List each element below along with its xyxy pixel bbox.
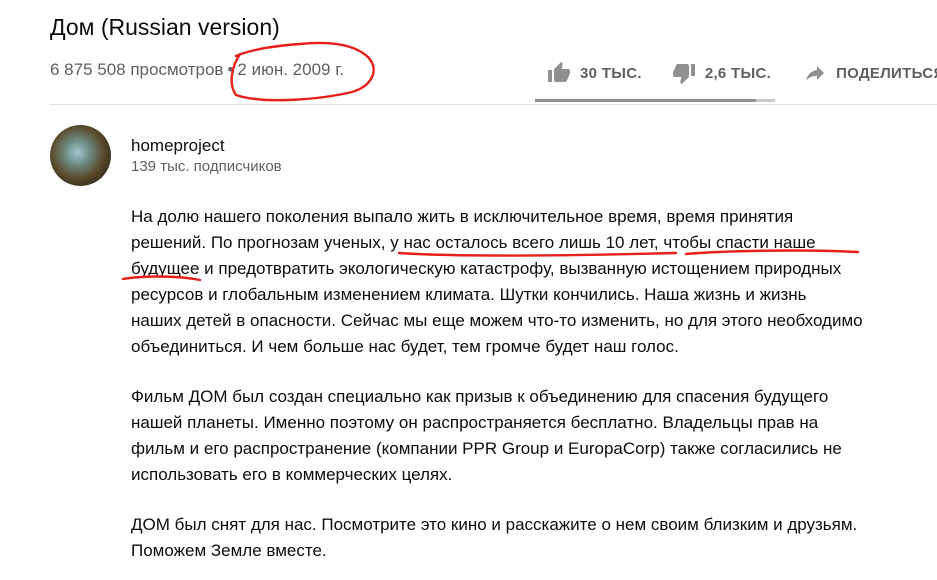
video-title: Дом (Russian version) xyxy=(50,14,280,40)
description-paragraph-1: На долю нашего поколения выпало жить в и… xyxy=(131,204,931,360)
description-line: будущее и предотвратить экологическую ка… xyxy=(131,259,842,278)
description-line: решений. По прогнозам ученых, у нас оста… xyxy=(131,233,816,252)
description-line: Поможем Земле вместе. xyxy=(131,541,327,560)
description-paragraph-3: ДОМ был снят для нас. Посмотрите это кин… xyxy=(131,512,931,564)
share-arrow-icon xyxy=(806,66,825,81)
description-line: объединиться. И чем больше нас будет, те… xyxy=(131,337,679,356)
description-line: нашей планеты. Именно поэтому он распрос… xyxy=(131,413,819,432)
like-button[interactable]: 30 ТЫС. xyxy=(547,61,642,85)
description-paragraph-2: Фильм ДОМ был создан специально как приз… xyxy=(131,384,931,488)
description-line: фильм и его распространение (компании PP… xyxy=(131,439,842,458)
video-page: Дом (Russian version) 6 875 508 просмотр… xyxy=(0,0,937,580)
video-description: На долю нашего поколения выпало жить в и… xyxy=(131,204,931,580)
description-line: ДОМ был снят для нас. Посмотрите это кин… xyxy=(131,515,858,534)
action-bar: 30 ТЫС. 2,6 ТЫС. ПОДЕЛИТЬСЯ xyxy=(547,58,937,88)
sentiment-bar xyxy=(535,99,775,102)
video-stats: 6 875 508 просмотров • 2 июн. 2009 г. xyxy=(50,60,344,80)
like-count: 30 ТЫС. xyxy=(580,64,642,82)
publish-date: 2 июн. 2009 г. xyxy=(237,60,345,79)
thumbs-down-icon xyxy=(672,64,695,84)
dislike-count: 2,6 ТЫС. xyxy=(704,64,772,82)
thumbs-up-icon xyxy=(548,62,570,82)
stats-separator: • xyxy=(227,60,234,79)
description-line: Фильм ДОМ был создан специально как приз… xyxy=(131,387,829,406)
description-line: использовать его в коммерческих целях. xyxy=(131,465,453,484)
view-count: 6 875 508 просмотров xyxy=(50,60,224,79)
share-button[interactable]: ПОДЕЛИТЬСЯ xyxy=(803,61,937,85)
description-line: На долю нашего поколения выпало жить в и… xyxy=(131,207,794,226)
description-line: ресурсов и глобальным изменением климата… xyxy=(131,285,807,304)
dislike-button[interactable]: 2,6 ТЫС. xyxy=(672,61,771,85)
divider xyxy=(50,104,937,105)
subscriber-count: 139 тыс. подписчиков xyxy=(131,158,282,175)
channel-name[interactable]: homeproject xyxy=(131,136,225,156)
share-label: ПОДЕЛИТЬСЯ xyxy=(836,64,937,82)
description-line: наших детей в опасности. Сейчас мы еще м… xyxy=(131,311,863,330)
channel-avatar[interactable] xyxy=(50,125,111,186)
sentiment-bar-fill xyxy=(535,99,756,102)
